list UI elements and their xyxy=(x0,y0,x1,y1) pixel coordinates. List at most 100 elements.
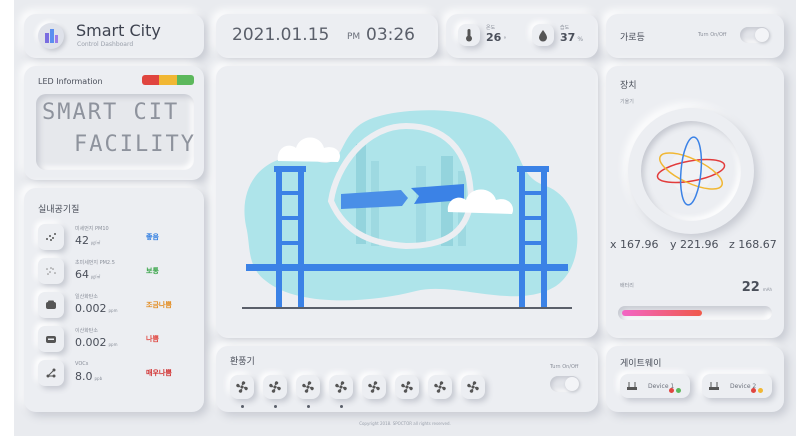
battery-bar xyxy=(618,306,772,320)
led-line-1: SMART CIT xyxy=(42,100,180,125)
copyright-text: Copyright 2018. SPOCTOR all rights reser… xyxy=(359,421,451,426)
ventilator-toggle[interactable] xyxy=(550,376,580,392)
co-icon xyxy=(38,292,64,318)
fan-button-2[interactable] xyxy=(263,375,287,399)
pm10-unit: ㎍/㎥ xyxy=(91,240,101,245)
fan-icon xyxy=(401,381,413,393)
temp-label: 온도 xyxy=(486,25,496,31)
co2-name: 이산화탄소 xyxy=(75,328,99,334)
co2-number: 0.002 xyxy=(75,336,107,349)
fan-button-5[interactable] xyxy=(362,375,386,399)
voc-status: 매우나쁨 xyxy=(146,369,172,377)
fan-icon xyxy=(335,381,347,393)
co-name: 일산화탄소 xyxy=(75,294,99,300)
air-quality-title: 실내공기질 xyxy=(38,205,80,215)
humid-label: 습도 xyxy=(560,25,570,31)
ampm-text: PM xyxy=(347,32,361,42)
router-icon xyxy=(709,382,719,390)
gateway-card: 게이트웨이 Device 1 Device 2 xyxy=(606,346,784,412)
fan-button-7[interactable] xyxy=(428,375,452,399)
battery-fill xyxy=(622,310,703,316)
fan-icon xyxy=(269,381,281,393)
voc-value: 8.0 ppb xyxy=(75,370,102,383)
co-unit: ppm xyxy=(108,308,118,313)
app-subtitle: Control Dashboard xyxy=(77,41,134,48)
led-green xyxy=(176,75,194,85)
status-dot xyxy=(751,388,756,393)
bridge-illustration xyxy=(242,110,578,309)
ventilator-toggle-label: Turn On/Off xyxy=(550,364,579,370)
fan-button-4[interactable] xyxy=(329,375,353,399)
battery-value-wrap: 22 mAh xyxy=(742,276,772,295)
pm10-value: 42 ㎍/㎥ xyxy=(75,234,100,247)
streetlight-toggle[interactable] xyxy=(740,27,770,43)
gateway-title: 게이트웨이 xyxy=(620,359,662,369)
battery-unit: mAh xyxy=(762,287,772,292)
fan-icon xyxy=(302,381,314,393)
fan-status-dot xyxy=(274,405,277,408)
dashboard-canvas: Smart City Control Dashboard 2021.01.15 … xyxy=(14,0,796,436)
fan-button-1[interactable] xyxy=(230,375,254,399)
co2-unit: ppm xyxy=(108,342,118,347)
time-text: 03:26 xyxy=(366,25,415,45)
weather-card: 온도 26 ° 습도 37% xyxy=(446,14,598,58)
fan-button-3[interactable] xyxy=(296,375,320,399)
led-display: SMART CIT FACILITY xyxy=(36,94,194,170)
led-red xyxy=(142,75,160,85)
gyro-dial xyxy=(628,108,754,234)
led-title: LED Information xyxy=(38,77,103,86)
led-card: LED Information SMART CIT FACILITY xyxy=(24,66,204,180)
humid-unit: % xyxy=(577,36,584,43)
battery-value: 22 xyxy=(741,280,760,295)
pm25-name: 초미세먼지 PM2.5 xyxy=(75,260,115,266)
pm25-number: 64 xyxy=(75,268,89,281)
co-number: 0.002 xyxy=(75,302,107,315)
led-indicator xyxy=(142,75,194,85)
co-value: 0.002 ppm xyxy=(75,302,117,315)
streetlight-card: 가로등 Turn On/Off xyxy=(606,14,784,58)
thermometer-icon xyxy=(458,24,480,46)
fan-icon xyxy=(467,381,479,393)
air-row-voc: VOCs 8.0 ppb 매우나쁨 xyxy=(38,360,198,388)
fan-icon xyxy=(368,381,380,393)
co2-icon xyxy=(38,326,64,352)
co-status: 조금나쁨 xyxy=(146,301,172,309)
fine-dust-icon xyxy=(38,258,64,284)
fan-status-dot xyxy=(307,405,310,408)
voc-unit: ppb xyxy=(94,376,103,381)
gateway-device-2[interactable]: Device 2 xyxy=(702,374,772,398)
led-line-2: FACILITY xyxy=(74,132,194,157)
axis-y: y 221.96 xyxy=(670,238,719,251)
co2-status: 나쁨 xyxy=(146,335,159,343)
city-illustration-card xyxy=(216,66,598,338)
air-quality-card: 실내공기질 미세먼지 PM10 42 ㎍/㎥ 좋음 초미세먼지 PM2.5 64 ㎍… xyxy=(24,188,204,412)
fan-button-6[interactable] xyxy=(395,375,419,399)
fan-button-8[interactable] xyxy=(461,375,485,399)
fan-icon xyxy=(236,381,248,393)
building-5 xyxy=(416,166,426,246)
router-icon xyxy=(627,382,637,390)
logo-card: Smart City Control Dashboard xyxy=(24,14,204,58)
gateway-device-1[interactable]: Device 1 xyxy=(620,374,690,398)
temp-number: 26 xyxy=(486,31,502,44)
battery-label: 배터리 xyxy=(620,283,634,289)
device-title: 장치 xyxy=(620,81,637,91)
voc-name: VOCs xyxy=(75,361,89,367)
ventilator-title: 환풍기 xyxy=(230,357,255,367)
device-card: 장치 기울기 x 167.96 y 221.96 z 168.67 배터리 22… xyxy=(606,66,784,338)
pm10-status: 좋음 xyxy=(146,233,159,241)
humid-value: 37% xyxy=(560,31,583,44)
humid-number: 37 xyxy=(560,31,576,44)
air-row-pm10: 미세먼지 PM10 42 ㎍/㎥ 좋음 xyxy=(38,224,198,252)
datetime-card: 2021.01.15 PM 03:26 xyxy=(216,14,438,58)
date-text: 2021.01.15 xyxy=(232,25,330,45)
air-row-co2: 이산화탄소 0.002 ppm 나쁨 xyxy=(38,326,198,354)
pm25-unit: ㎍/㎥ xyxy=(91,274,101,279)
status-dot xyxy=(676,388,681,393)
temp-unit: ° xyxy=(503,36,507,43)
streetlight-title: 가로등 xyxy=(620,33,645,43)
ground-line xyxy=(242,307,572,309)
streetlight-toggle-label: Turn On/Off xyxy=(698,32,727,38)
humidity-icon xyxy=(532,24,554,46)
status-dot xyxy=(758,388,763,393)
